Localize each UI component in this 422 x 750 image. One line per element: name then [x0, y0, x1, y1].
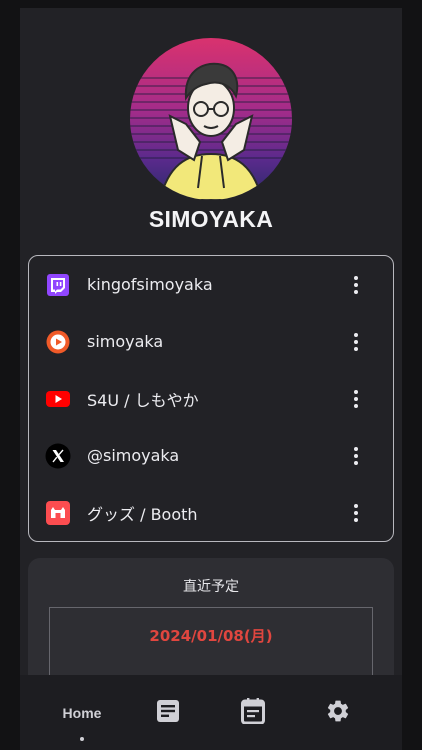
more-options-icon[interactable]	[349, 274, 363, 296]
gear-icon	[325, 698, 351, 728]
nav-home-label: Home	[62, 704, 102, 721]
nav-settings[interactable]	[318, 675, 358, 750]
more-options-icon[interactable]	[349, 502, 363, 524]
youtube-icon	[45, 386, 71, 412]
link-label: kingofsimoyaka	[87, 275, 213, 294]
link-label: @simoyaka	[87, 446, 180, 465]
nav-calendar[interactable]	[233, 675, 273, 750]
link-booth[interactable]: グッズ / Booth	[29, 484, 393, 541]
twitch-icon	[45, 272, 71, 298]
link-twitch[interactable]: kingofsimoyaka	[29, 256, 393, 313]
more-options-icon[interactable]	[349, 388, 363, 410]
link-label: グッズ / Booth	[87, 504, 198, 524]
stream-play-icon	[45, 329, 71, 355]
x-logo-icon	[45, 443, 71, 469]
schedule-date: 2024/01/08(月)	[149, 627, 273, 645]
link-label: simoyaka	[87, 332, 164, 351]
link-x[interactable]: @simoyaka	[29, 427, 393, 484]
nav-articles[interactable]	[148, 675, 188, 750]
article-icon	[156, 699, 180, 727]
more-options-icon[interactable]	[349, 445, 363, 467]
link-youtube[interactable]: S4U / しもやか	[29, 370, 393, 427]
avatar	[130, 38, 292, 200]
link-list: kingofsimoyaka simoyaka S4U / しもやか @simo…	[28, 255, 394, 542]
calendar-icon	[241, 697, 265, 728]
booth-icon	[45, 500, 71, 526]
more-options-icon[interactable]	[349, 331, 363, 353]
app-screen: SIMOYAKA kingofsimoyaka simoyaka S4U / し…	[20, 8, 402, 750]
nav-home[interactable]: Home	[42, 675, 122, 750]
profile-name: SIMOYAKA	[148, 206, 274, 232]
schedule-title: 直近予定	[183, 579, 239, 595]
active-indicator	[80, 737, 84, 741]
link-stream[interactable]: simoyaka	[29, 313, 393, 370]
link-label: S4U / しもやか	[87, 390, 199, 410]
bottom-nav: Home	[20, 675, 402, 750]
